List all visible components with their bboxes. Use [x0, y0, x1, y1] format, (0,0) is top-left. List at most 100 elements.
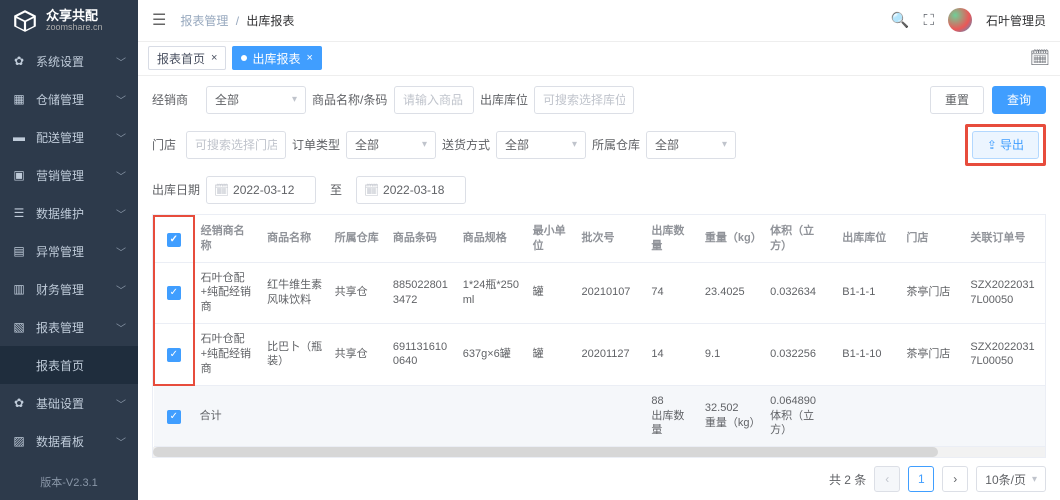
- cell: 共享仓: [329, 324, 387, 386]
- col-11: 门店: [900, 216, 964, 262]
- row-checkbox[interactable]: ✓: [154, 324, 194, 386]
- scrollbar[interactable]: [153, 447, 1045, 457]
- sidebar-sub-report-home[interactable]: 报表首页: [0, 346, 138, 384]
- cell: 23.4025: [699, 262, 764, 324]
- menu: ✿系统设置﹀ ▦仓储管理﹀ ▬配送管理﹀ ▣营销管理﹀ ☰数据维护﹀ ▤异常管理…: [0, 42, 138, 464]
- input-product[interactable]: [394, 86, 474, 114]
- data-table: ✓经销商名称商品名称所属仓库商品条码商品规格最小单位批次号出库数量重量（kg）体…: [153, 215, 1046, 447]
- export-button[interactable]: ⇪导出: [972, 131, 1039, 159]
- chevron-down-icon: ﹀: [116, 168, 126, 183]
- pager-next[interactable]: ›: [942, 466, 968, 492]
- tab-outbound[interactable]: 出库报表×: [232, 46, 321, 70]
- label-warehouse: 所属仓库: [592, 136, 640, 153]
- cell: 罐: [527, 262, 576, 324]
- sidebar: 众享共配zoomshare.cn ✿系统设置﹀ ▦仓储管理﹀ ▬配送管理﹀ ▣营…: [0, 0, 138, 500]
- label-date: 出库日期: [152, 181, 200, 198]
- calendar-icon: 🗓: [214, 183, 229, 197]
- chevron-down-icon: ﹀: [116, 206, 126, 221]
- footer-cell: 88 出库数量: [645, 385, 699, 447]
- pager-prev[interactable]: ‹: [874, 466, 900, 492]
- pager: 共 2 条 ‹ 1 › 10条/页▾: [138, 458, 1060, 500]
- sidebar-item-delivery[interactable]: ▬配送管理﹀: [0, 118, 138, 156]
- topbar: ☰ 报表管理 / 出库报表 🔍 ⛶ 石叶管理员: [138, 0, 1060, 42]
- col-13: 订单类型: [1041, 216, 1046, 262]
- cell: 0.032634: [764, 262, 836, 324]
- footer-cell: 32.502 重量（kg）: [699, 385, 764, 447]
- label-store: 门店: [152, 136, 180, 153]
- search-icon[interactable]: 🔍: [891, 11, 910, 29]
- calendar-icon[interactable]: 🗓: [1030, 48, 1050, 68]
- cell: 1*24瓶*250ml: [457, 262, 527, 324]
- footer-cell: [329, 385, 387, 447]
- close-icon[interactable]: ×: [306, 52, 312, 64]
- sidebar-item-system[interactable]: ✿系统设置﹀: [0, 42, 138, 80]
- upload-icon: ⇪: [987, 138, 997, 152]
- chevron-down-icon: ﹀: [116, 396, 126, 411]
- truck-icon: ▬: [12, 130, 26, 144]
- pager-page[interactable]: 1: [908, 466, 934, 492]
- col-9: 体积（立方）: [764, 216, 836, 262]
- cell: 茶亭门店: [900, 262, 964, 324]
- cell: 茶亭门店: [900, 324, 964, 386]
- chevron-down-icon: ▾: [1032, 474, 1037, 485]
- footer-cell: [575, 385, 645, 447]
- select-dealer[interactable]: 全部▾: [206, 86, 306, 114]
- sidebar-item-dashboard[interactable]: ▨数据看板﹀: [0, 422, 138, 460]
- hamburger-icon[interactable]: ☰: [152, 10, 166, 30]
- brand-en: zoomshare.cn: [46, 23, 103, 33]
- sidebar-item-data[interactable]: ☰数据维护﹀: [0, 194, 138, 232]
- bag-icon: ▣: [12, 168, 26, 182]
- sidebar-submenu: 报表首页: [0, 346, 138, 384]
- table-row: ✓石叶仓配+纯配经销商比巴卜（瓶装）共享仓6911316100640637g×6…: [154, 324, 1046, 386]
- chevron-down-icon: ﹀: [116, 282, 126, 297]
- label-product: 商品名称/条码: [312, 91, 388, 108]
- select-ordertype[interactable]: 全部▾: [346, 131, 436, 159]
- query-button[interactable]: 查询: [992, 86, 1046, 114]
- cell: 20210107: [575, 262, 645, 324]
- sidebar-item-report[interactable]: ▧报表管理﹀: [0, 308, 138, 346]
- cell: SZX20220317L00050: [964, 262, 1041, 324]
- footer-cell: [836, 385, 900, 447]
- checkbox-all[interactable]: ✓: [154, 216, 194, 262]
- cell: 9.1: [699, 324, 764, 386]
- cell: B1-1-10: [836, 324, 900, 386]
- table-wrap: ✓经销商名称商品名称所属仓库商品条码商品规格最小单位批次号出库数量重量（kg）体…: [152, 214, 1046, 458]
- cell: 石叶仓配+纯配经销商: [194, 324, 262, 386]
- sidebar-item-marketing[interactable]: ▣营销管理﹀: [0, 156, 138, 194]
- tab-home[interactable]: 报表首页×: [148, 46, 226, 70]
- select-warehouse[interactable]: 全部▾: [646, 131, 736, 159]
- calendar-icon: 🗓: [364, 183, 379, 197]
- col-6: 批次号: [575, 216, 645, 262]
- footer-cell: [900, 385, 964, 447]
- footer-cell: [387, 385, 457, 447]
- input-outpos[interactable]: [534, 86, 634, 114]
- users-icon: ☰: [12, 206, 26, 220]
- reset-button[interactable]: 重置: [930, 86, 984, 114]
- sidebar-item-exception[interactable]: ▤异常管理﹀: [0, 232, 138, 270]
- chart-icon: ▧: [12, 320, 26, 334]
- sidebar-item-basic[interactable]: ✿基础设置﹀: [0, 384, 138, 422]
- close-icon[interactable]: ×: [211, 52, 217, 64]
- col-3: 商品条码: [387, 216, 457, 262]
- filter-panel: 经销商 全部▾ 商品名称/条码 出库库位 重置 查询 门店 订单类型 全部▾ 送…: [138, 76, 1060, 208]
- chevron-down-icon: ▾: [572, 139, 577, 150]
- sidebar-item-warehouse[interactable]: ▦仓储管理﹀: [0, 80, 138, 118]
- fullscreen-icon[interactable]: ⛶: [923, 12, 934, 29]
- col-0: 经销商名称: [194, 216, 262, 262]
- pager-size[interactable]: 10条/页▾: [976, 466, 1046, 492]
- sidebar-item-finance[interactable]: ▥财务管理﹀: [0, 270, 138, 308]
- label-outpos: 出库库位: [480, 91, 528, 108]
- footer-cell: 合计: [194, 385, 262, 447]
- cell: 普通订单: [1041, 262, 1046, 324]
- cell: 6911316100640: [387, 324, 457, 386]
- input-store[interactable]: [186, 131, 286, 159]
- footer-cell: [1041, 385, 1046, 447]
- cell: 罐: [527, 324, 576, 386]
- export-highlight: ⇪导出: [965, 124, 1046, 166]
- row-checkbox[interactable]: ✓: [154, 262, 194, 324]
- select-delivery[interactable]: 全部▾: [496, 131, 586, 159]
- footer-cell: [964, 385, 1041, 447]
- checkbox-footer[interactable]: ✓: [154, 385, 194, 447]
- avatar[interactable]: [948, 8, 972, 32]
- grid-icon: ▦: [12, 92, 26, 106]
